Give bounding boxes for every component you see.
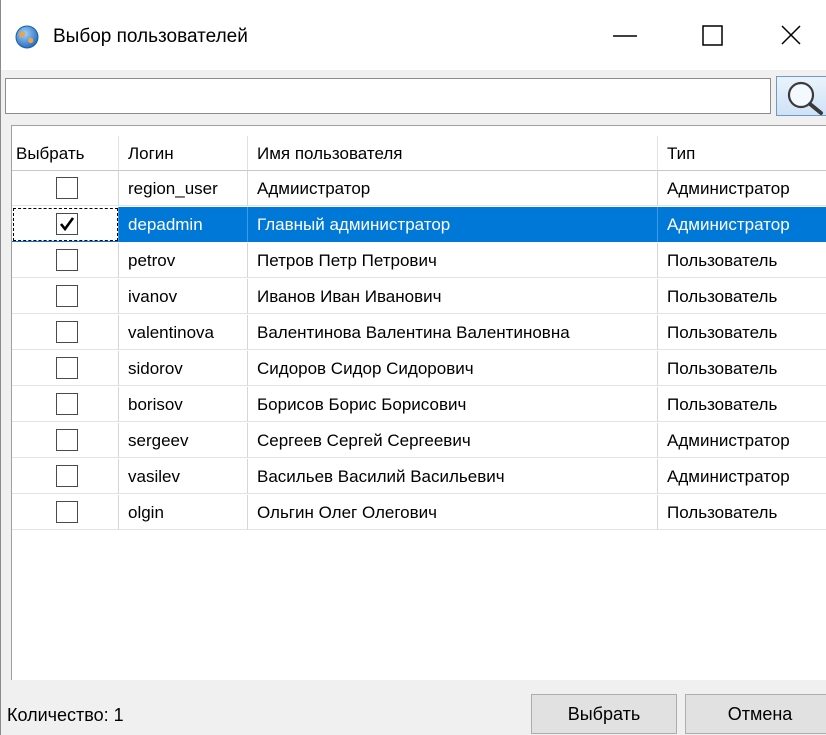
select-cell: [12, 387, 119, 422]
column-header-select[interactable]: Выбрать: [12, 136, 119, 171]
row-checkbox[interactable]: [56, 249, 78, 271]
type-cell: Администратор: [658, 171, 826, 206]
type-cell: Пользователь: [658, 243, 826, 278]
row-checkbox[interactable]: [56, 393, 78, 415]
row-checkbox[interactable]: [56, 285, 78, 307]
select-cell: [12, 207, 119, 242]
table-row[interactable]: region_user Адмиистратор Администратор: [12, 171, 826, 206]
type-cell: Администратор: [658, 423, 826, 458]
magnifier-icon: [787, 81, 823, 115]
column-header-username[interactable]: Имя пользователя: [248, 136, 658, 171]
login-cell: sidorov: [119, 351, 248, 386]
search-bar: [1, 70, 826, 122]
type-cell: Пользователь: [658, 387, 826, 422]
select-cell: [12, 423, 119, 458]
row-checkbox[interactable]: [56, 213, 78, 235]
table-row[interactable]: borisov Борисов Борис Борисович Пользовате…: [12, 387, 826, 422]
select-cell: [12, 243, 119, 278]
type-cell: Администратор: [658, 207, 826, 242]
column-header-type[interactable]: Тип: [658, 136, 826, 171]
username-cell: Петров Петр Петрович: [248, 243, 658, 278]
maximize-button[interactable]: [665, 0, 753, 70]
column-header-login[interactable]: Логин: [119, 136, 248, 171]
table-row[interactable]: sidorov Сидоров Сидор Сидорович Пользовате…: [12, 351, 826, 386]
table-row[interactable]: depadmin Главный администратор Администрат…: [12, 207, 826, 242]
globe-icon: [15, 25, 39, 49]
search-button[interactable]: [776, 76, 826, 116]
type-cell: Администратор: [658, 459, 826, 494]
login-cell: sergeev: [119, 423, 248, 458]
login-cell: borisov: [119, 387, 248, 422]
username-cell: Сергеев Сергей Сергеевич: [248, 423, 658, 458]
window-title: Выбор пользователей: [53, 26, 248, 47]
select-cell: [12, 171, 119, 206]
cancel-button[interactable]: Отмена: [685, 694, 826, 734]
username-cell: Валентинова Валентина Валентиновна: [248, 315, 658, 350]
login-cell: region_user: [119, 171, 248, 206]
login-cell: depadmin: [119, 207, 248, 242]
table-row[interactable]: valentinova Валентинова Валентина Валенти…: [12, 315, 826, 350]
table-row[interactable]: sergeev Сергеев Сергей Сергеевич Администр…: [12, 423, 826, 458]
username-cell: Васильев Василий Васильевич: [248, 459, 658, 494]
count-label: Количество: 1: [7, 705, 124, 725]
table-row[interactable]: vasilev Васильев Василий Васильевич Админи…: [12, 459, 826, 494]
maximize-icon: [702, 25, 723, 46]
row-checkbox[interactable]: [56, 177, 78, 199]
login-cell: petrov: [119, 243, 248, 278]
status-bar: Количество: 1 Выбрать Отмена: [1, 680, 826, 735]
select-cell: [12, 495, 119, 530]
username-cell: Сидоров Сидор Сидорович: [248, 351, 658, 386]
username-cell: Главный администратор: [248, 207, 658, 242]
type-cell: Пользователь: [658, 495, 826, 530]
username-cell: Адмиистратор: [248, 171, 658, 206]
table-row[interactable]: ivanov Иванов Иван Иванович Пользователь: [12, 279, 826, 314]
minimize-button[interactable]: [571, 0, 659, 70]
close-icon: [781, 25, 801, 45]
checkmark-icon: [59, 217, 75, 232]
username-cell: Борисов Борис Борисович: [248, 387, 658, 422]
table-header: Выбрать Логин Имя пользователя Тип: [12, 136, 826, 171]
username-cell: Иванов Иван Иванович: [248, 279, 658, 314]
row-checkbox[interactable]: [56, 357, 78, 379]
search-input[interactable]: [5, 78, 771, 114]
select-cell: [12, 459, 119, 494]
table-row[interactable]: petrov Петров Петр Петрович Пользователь: [12, 243, 826, 278]
row-checkbox[interactable]: [56, 501, 78, 523]
title-bar[interactable]: Выбор пользователей: [1, 0, 826, 70]
close-button[interactable]: [753, 0, 826, 70]
table-row[interactable]: olgin Ольгин Олег Олегович Пользователь: [12, 495, 826, 530]
row-checkbox[interactable]: [56, 429, 78, 451]
type-cell: Пользователь: [658, 315, 826, 350]
select-cell: [12, 351, 119, 386]
login-cell: vasilev: [119, 459, 248, 494]
row-checkbox[interactable]: [56, 465, 78, 487]
login-cell: ivanov: [119, 279, 248, 314]
select-cell: [12, 279, 119, 314]
minimize-icon: [613, 35, 637, 37]
users-table: Выбрать Логин Имя пользователя Тип regio…: [11, 125, 826, 680]
select-button[interactable]: Выбрать: [531, 694, 677, 734]
login-cell: valentinova: [119, 315, 248, 350]
select-cell: [12, 315, 119, 350]
user-select-dialog: Выбор пользователей Выбрать Логин Имя по…: [0, 0, 826, 735]
row-checkbox[interactable]: [56, 321, 78, 343]
login-cell: olgin: [119, 495, 248, 530]
type-cell: Пользователь: [658, 279, 826, 314]
username-cell: Ольгин Олег Олегович: [248, 495, 658, 530]
type-cell: Пользователь: [658, 351, 826, 386]
